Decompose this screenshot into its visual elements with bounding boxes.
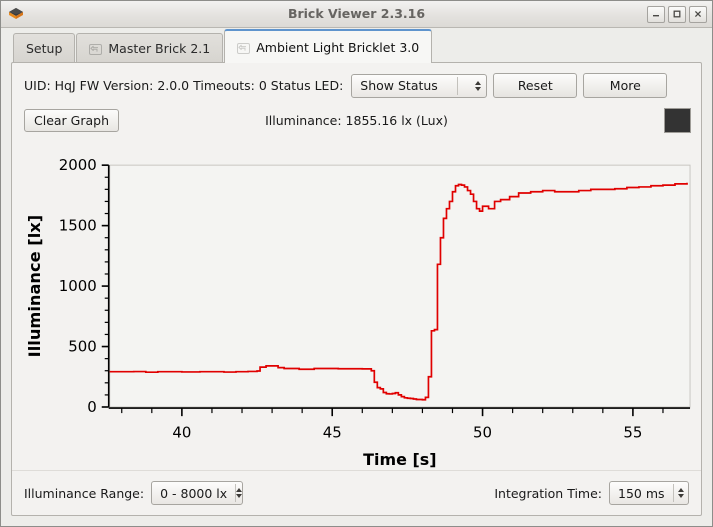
chart-canvas: 0 500 1000 1500 2000 40 45 50 55 Time [s] Illumina… bbox=[25, 156, 691, 469]
y-axis-title: Illuminance [lx] bbox=[25, 215, 44, 358]
illuminance-chart: 0 500 1000 1500 2000 40 45 50 55 Time [s] Illumina… bbox=[12, 155, 701, 470]
y-tick-label: 1000 bbox=[59, 277, 97, 295]
integration-time-select[interactable]: 150 ms bbox=[609, 481, 689, 505]
tab-setup-label: Setup bbox=[26, 41, 63, 56]
maximize-button[interactable] bbox=[668, 5, 686, 23]
x-tick-label: 45 bbox=[323, 423, 342, 441]
select-divider bbox=[457, 76, 459, 95]
y-tick-label: 0 bbox=[87, 398, 97, 416]
brick-icon bbox=[7, 5, 25, 23]
integration-time-label: Integration Time: bbox=[494, 485, 602, 501]
plot-area bbox=[109, 164, 691, 408]
status-led-select[interactable]: Show Status bbox=[351, 73, 488, 98]
x-tick-label: 40 bbox=[172, 423, 191, 441]
brick-viewer-window: Brick Viewer 2.3.16 Setup Master Brick 2… bbox=[0, 0, 713, 527]
y-tick-label: 2000 bbox=[59, 156, 97, 174]
chevron-updown-icon bbox=[235, 488, 243, 498]
illuminance-range-select[interactable]: 0 - 8000 lx bbox=[151, 481, 244, 505]
device-info-text: UID: HqJ FW Version: 2.0.0 Timeouts: 0 S… bbox=[24, 78, 344, 93]
illuminance-range-value: 0 - 8000 lx bbox=[160, 485, 228, 501]
footer-controls: Illuminance Range: 0 - 8000 lx Integrati… bbox=[12, 470, 701, 515]
series-color-swatch[interactable] bbox=[664, 107, 691, 133]
chevron-updown-icon bbox=[469, 80, 486, 91]
device-panel: UID: HqJ FW Version: 2.0.0 Timeouts: 0 S… bbox=[11, 62, 702, 516]
close-button[interactable] bbox=[689, 5, 707, 23]
x-tick-label: 55 bbox=[623, 423, 642, 441]
tab-setup[interactable]: Setup bbox=[13, 33, 76, 63]
back-arrow-icon bbox=[89, 43, 103, 55]
tab-master-brick-label: Master Brick 2.1 bbox=[108, 41, 211, 56]
x-tick-label: 50 bbox=[473, 423, 492, 441]
integration-time-value: 150 ms bbox=[618, 485, 665, 501]
x-axis-title: Time [s] bbox=[363, 450, 436, 469]
y-axis: 0 500 1000 1500 2000 bbox=[59, 156, 110, 416]
title-bar: Brick Viewer 2.3.16 bbox=[1, 1, 712, 28]
device-info-row: UID: HqJ FW Version: 2.0.0 Timeouts: 0 S… bbox=[12, 63, 701, 98]
status-led-value: Show Status bbox=[360, 78, 438, 93]
x-axis: 40 45 50 55 bbox=[108, 407, 691, 442]
y-tick-label: 1500 bbox=[59, 217, 97, 235]
graph-toolbar: Clear Graph Illuminance: 1855.16 lx (Lux… bbox=[12, 98, 701, 135]
tab-ambient-light-bricklet-label: Ambient Light Bricklet 3.0 bbox=[256, 39, 420, 55]
minimize-button[interactable] bbox=[647, 5, 665, 23]
tab-master-brick[interactable]: Master Brick 2.1 bbox=[76, 33, 224, 63]
window-title: Brick Viewer 2.3.16 bbox=[287, 6, 426, 21]
back-arrow-icon bbox=[237, 42, 251, 54]
illuminance-range-label: Illuminance Range: bbox=[24, 485, 145, 501]
tab-bar: Setup Master Brick 2.1 Ambient Light Bri… bbox=[1, 28, 712, 63]
chevron-updown-icon bbox=[673, 488, 688, 498]
tab-ambient-light-bricklet[interactable]: Ambient Light Bricklet 3.0 bbox=[224, 29, 433, 63]
window-controls bbox=[647, 5, 707, 23]
reset-button[interactable]: Reset bbox=[493, 73, 578, 98]
more-button[interactable]: More bbox=[583, 73, 668, 98]
y-tick-label: 500 bbox=[68, 337, 97, 355]
clear-graph-button[interactable]: Clear Graph bbox=[24, 108, 120, 132]
